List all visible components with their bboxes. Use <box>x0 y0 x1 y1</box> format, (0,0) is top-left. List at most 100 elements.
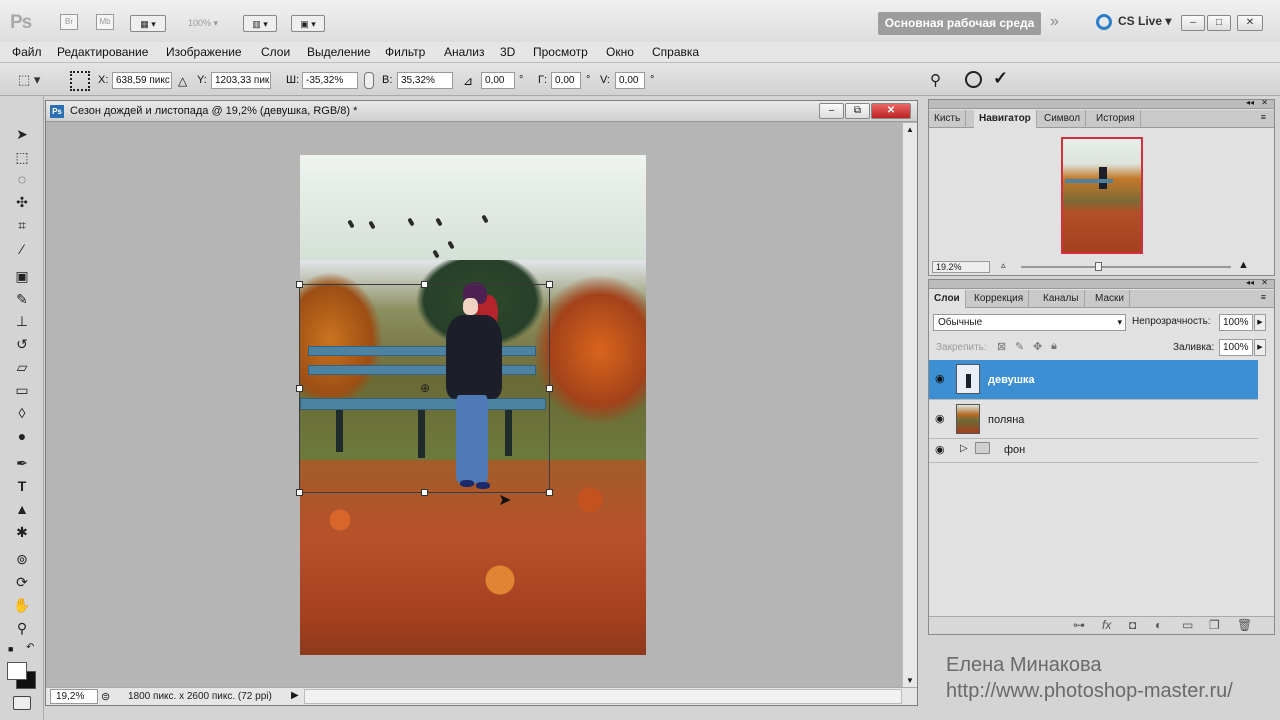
tab-brush[interactable]: Кисть <box>929 110 967 128</box>
opacity-slider-icon[interactable]: ▶ <box>1254 314 1266 331</box>
visibility-eye-icon[interactable]: ◉ <box>935 444 949 456</box>
maximize-app-button[interactable]: □ <box>1207 15 1231 31</box>
history-brush-tool-icon[interactable]: ↺ <box>11 334 33 354</box>
link-layers-icon[interactable]: ⊶ <box>1073 618 1085 632</box>
width-field[interactable]: -35,32% <box>302 72 358 89</box>
view-extras-button[interactable]: ▦ ▾ <box>130 15 166 32</box>
expand-group-icon[interactable]: ▷ <box>960 443 968 454</box>
fill-slider-icon[interactable]: ▶ <box>1254 339 1266 356</box>
menu-view[interactable]: Просмотр <box>533 45 588 59</box>
cancel-transform-icon[interactable] <box>965 71 982 88</box>
menu-window[interactable]: Окно <box>606 45 634 59</box>
canvas-area[interactable]: ⊕ ➤ <box>46 123 902 687</box>
menu-analysis[interactable]: Анализ <box>444 45 485 59</box>
tab-masks[interactable]: Маски <box>1090 290 1130 308</box>
transform-handle[interactable] <box>421 489 428 496</box>
clone-stamp-tool-icon[interactable]: ⊥ <box>11 311 33 331</box>
workspace-button[interactable]: Основная рабочая среда <box>878 12 1041 35</box>
layers-panel-header[interactable]: ◂◂ ✕ <box>929 278 1274 289</box>
horizontal-scrollbar[interactable] <box>304 689 902 704</box>
hand-tool-icon[interactable]: ✋ <box>11 595 33 615</box>
layer-group-fon[interactable]: ◉ ▷ фон <box>929 439 1258 463</box>
transform-handle[interactable] <box>546 385 553 392</box>
h-skew-field[interactable]: 0,00 <box>551 72 581 89</box>
brush-tool-icon[interactable]: ✎ <box>11 289 33 309</box>
close-app-button[interactable]: ✕ <box>1237 15 1263 31</box>
3d-rotate-tool-icon[interactable]: ⊚ <box>11 549 33 569</box>
reference-point-icon[interactable] <box>70 71 90 91</box>
layer-row-devushka[interactable]: ◉ девушка <box>929 360 1258 400</box>
marquee-tool-icon[interactable]: ⬚ <box>11 147 33 167</box>
scroll-up-icon[interactable]: ▲ <box>906 125 914 134</box>
tab-character[interactable]: Символ <box>1039 110 1087 128</box>
transform-handle[interactable] <box>421 281 428 288</box>
navigator-zoom-field[interactable]: 19.2% <box>932 261 990 273</box>
minimize-app-button[interactable]: – <box>1181 15 1205 31</box>
swap-colors-icon[interactable]: ↶ <box>26 642 34 653</box>
y-field[interactable]: 1203,33 пик <box>211 72 271 89</box>
link-icon[interactable] <box>364 72 374 89</box>
menu-file[interactable]: Файл <box>12 45 42 59</box>
transform-handle[interactable] <box>296 489 303 496</box>
3d-orbit-tool-icon[interactable]: ⟳ <box>11 572 33 592</box>
angle-field[interactable]: 0,00 <box>481 72 515 89</box>
layer-row-polyana[interactable]: ◉ поляна <box>929 400 1258 439</box>
menu-edit[interactable]: Редактирование <box>57 45 148 59</box>
tab-navigator[interactable]: Навигатор <box>974 110 1037 128</box>
layer-name[interactable]: поляна <box>988 414 1024 426</box>
v-skew-field[interactable]: 0,00 <box>615 72 645 89</box>
mini-bridge-icon[interactable]: Mb <box>96 14 114 30</box>
visibility-eye-icon[interactable]: ◉ <box>935 413 949 425</box>
dodge-tool-icon[interactable]: ● <box>11 426 33 446</box>
close-document-button[interactable]: ✕ <box>871 103 911 119</box>
shape-tool-icon[interactable]: ✱ <box>11 522 33 542</box>
collapse-panel-icon[interactable]: ◂◂ <box>1246 98 1254 107</box>
status-info-icon[interactable]: ⊜ <box>101 690 110 703</box>
transform-handle[interactable] <box>546 281 553 288</box>
lock-all-icon[interactable]: 🔒︎ <box>1051 340 1057 353</box>
reference-point-marker[interactable]: ⊕ <box>420 381 430 395</box>
delete-layer-icon[interactable]: 🗑︎ <box>1237 618 1252 632</box>
navigator-zoom-slider[interactable] <box>1021 266 1231 268</box>
path-selection-tool-icon[interactable]: ▲ <box>11 499 33 519</box>
zoom-out-icon[interactable]: ▵ <box>1001 260 1006 271</box>
navigator-panel-header[interactable]: ◂◂ ✕ <box>929 98 1274 109</box>
transform-handle[interactable] <box>546 489 553 496</box>
pen-tool-icon[interactable]: ✒ <box>11 453 33 473</box>
zoom-in-icon[interactable]: ▲ <box>1238 259 1249 271</box>
fill-field[interactable]: 100% <box>1219 339 1253 356</box>
x-field[interactable]: 638,59 пикс <box>112 72 172 89</box>
new-layer-icon[interactable]: ❐ <box>1209 618 1220 632</box>
add-mask-icon[interactable]: ◘ <box>1129 618 1136 632</box>
layer-name[interactable]: фон <box>1004 444 1025 456</box>
quick-mask-icon[interactable] <box>13 696 31 710</box>
vertical-scrollbar[interactable]: ▲ ▼ <box>902 123 917 687</box>
menu-filter[interactable]: Фильтр <box>385 45 425 59</box>
transform-handle[interactable] <box>296 281 303 288</box>
height-field[interactable]: 35,32% <box>397 72 453 89</box>
menu-image[interactable]: Изображение <box>166 45 242 59</box>
tab-history[interactable]: История <box>1091 110 1141 128</box>
visibility-eye-icon[interactable]: ◉ <box>935 373 949 385</box>
navigator-thumbnail[interactable] <box>1061 137 1143 254</box>
zoom-tool-icon[interactable]: ⚲ <box>11 618 33 638</box>
menu-select[interactable]: Выделение <box>307 45 371 59</box>
document-titlebar[interactable]: Ps Сезон дождей и листопада @ 19,2% (дев… <box>46 101 917 122</box>
arrange-documents-button[interactable]: ▥ ▾ <box>243 15 277 32</box>
default-colors-icon[interactable]: ■ <box>8 644 13 654</box>
minimize-document-button[interactable]: – <box>819 103 844 119</box>
lock-transparency-icon[interactable]: ⊠ <box>997 340 1006 353</box>
lock-pixels-icon[interactable]: ✎ <box>1015 340 1024 353</box>
status-menu-arrow-icon[interactable]: ▶ <box>291 690 299 701</box>
restore-document-button[interactable]: ⧉ <box>845 103 870 119</box>
commit-transform-icon[interactable]: ✓ <box>993 68 1008 89</box>
type-tool-icon[interactable]: T <box>11 476 33 496</box>
blend-mode-select[interactable]: Обычные ▾ <box>933 314 1126 331</box>
menu-help[interactable]: Справка <box>652 45 699 59</box>
panel-menu-icon[interactable]: ≡ <box>1261 292 1266 302</box>
scroll-down-icon[interactable]: ▼ <box>906 676 914 685</box>
zoom-slider-thumb[interactable] <box>1095 262 1102 271</box>
lasso-tool-icon[interactable]: ◌ <box>11 169 33 189</box>
menu-3d[interactable]: 3D <box>500 45 515 59</box>
delta-icon[interactable]: △ <box>178 74 187 88</box>
